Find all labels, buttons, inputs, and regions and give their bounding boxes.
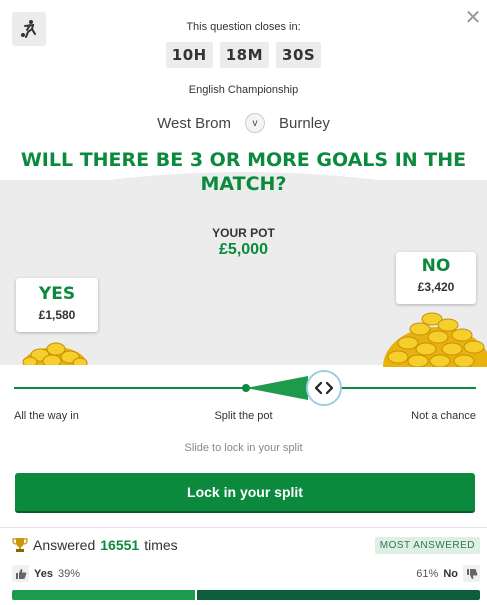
- yes-card-amount: £1,580: [38, 308, 76, 322]
- yes-card: YES £1,580: [16, 278, 98, 332]
- split-slider-fill: [246, 376, 308, 400]
- vote-bar-yes: [12, 590, 195, 600]
- away-team: Burnley: [279, 114, 330, 132]
- chevron-left-right-icon: [314, 381, 334, 395]
- thumbs-up-icon: [12, 565, 29, 582]
- match-teams: West Brom v Burnley: [0, 113, 487, 133]
- thumbs-down-icon: [463, 565, 480, 582]
- slider-right-label: Not a chance: [411, 410, 476, 422]
- no-card-label: NO: [421, 256, 451, 276]
- vs-badge: v: [245, 113, 266, 133]
- lock-in-split-button[interactable]: Lock in your split: [15, 473, 475, 511]
- split-slider-handle[interactable]: [306, 370, 342, 406]
- trophy-icon: [12, 538, 28, 552]
- yes-coins-icon: [22, 342, 88, 365]
- most-answered-badge: MOST ANSWERED: [374, 537, 480, 554]
- answered-count: 16551: [100, 537, 140, 553]
- vote-yes: Yes 39%: [12, 565, 80, 582]
- divider: [0, 527, 487, 528]
- timer-minutes: 18M: [219, 42, 270, 68]
- no-coins-icon: [383, 312, 487, 367]
- timer-hours: 10H: [165, 42, 213, 68]
- no-card: NO £3,420: [396, 252, 476, 304]
- closes-label: This question closes in:: [186, 21, 301, 33]
- pot-label: YOUR POT: [212, 226, 275, 240]
- yes-label: Yes: [34, 567, 53, 580]
- answered-suffix: times: [144, 537, 178, 553]
- no-label: No: [443, 567, 458, 580]
- countdown-timer: 10H 18M 30S: [0, 42, 487, 68]
- answered-stats: Answered 16551 times: [12, 537, 178, 553]
- answered-prefix: Answered: [33, 537, 96, 553]
- slider-hint: Slide to lock in your split: [184, 442, 303, 454]
- timer-seconds: 30S: [276, 42, 322, 68]
- no-percent: 61%: [416, 567, 439, 580]
- yes-percent: 39%: [57, 567, 80, 580]
- vote-split-bar: [12, 590, 480, 600]
- home-team: West Brom: [157, 114, 232, 132]
- vote-no: 61% No: [416, 565, 480, 582]
- no-card-amount: £3,420: [417, 280, 455, 294]
- vote-bar-no: [194, 590, 480, 600]
- league-name: English Championship: [188, 84, 299, 96]
- yes-card-label: YES: [38, 284, 76, 304]
- question-text: WILL THERE BE 3 OR MORE GOALS IN THE MAT…: [20, 149, 467, 195]
- vote-results: Yes 39% 61% No: [12, 565, 480, 583]
